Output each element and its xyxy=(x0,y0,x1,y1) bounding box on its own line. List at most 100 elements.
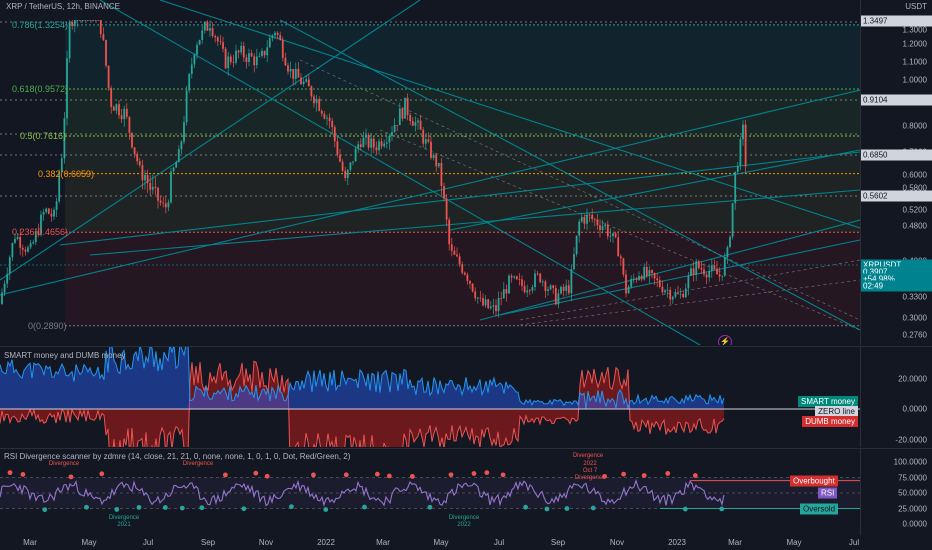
candle xyxy=(89,20,92,21)
divergence-label: Divergence xyxy=(572,453,604,459)
bullish-divergence-dot xyxy=(544,506,550,512)
candle xyxy=(105,39,107,68)
chart-app: XRP / TetherUS, 12h, BINANCE 0.786(1.325… xyxy=(0,0,932,550)
bullish-divergence-dot xyxy=(42,507,48,513)
symbol-title[interactable]: XRP / TetherUS, 12h, BINANCE xyxy=(6,2,120,11)
bearish-divergence-dot xyxy=(692,473,698,478)
time-label: Nov xyxy=(258,538,274,547)
candle xyxy=(55,197,58,217)
price-tick: 0.4800 xyxy=(902,221,927,231)
time-label: Sep xyxy=(550,538,566,547)
rsi-axis[interactable]: 100.0000 75.0000 50.0000 25.0000 0.0000 xyxy=(860,449,932,535)
rsi-tick: 50.0000 xyxy=(898,488,927,498)
price-axis[interactable]: USDT 1.30001.20001.10001.00000.90000.800… xyxy=(860,0,932,345)
price-chart-svg xyxy=(0,0,860,345)
time-label: 2023 xyxy=(668,538,686,547)
bullish-divergence-dot xyxy=(564,506,570,511)
price-tag: 0.5602 xyxy=(861,190,932,202)
smart-dumb-tick: 0.0000 xyxy=(902,404,927,414)
fib-label: 0.786(1.3254) xyxy=(12,19,69,30)
bearish-divergence-dot xyxy=(471,471,477,476)
bearish-divergence-dot xyxy=(20,472,26,477)
bearish-divergence-dot xyxy=(343,472,349,478)
price-tick: 0.8000 xyxy=(902,121,927,131)
candle xyxy=(53,207,55,221)
bearish-divergence-dot xyxy=(386,473,392,479)
bearish-divergence-dot xyxy=(264,473,270,479)
smart-dumb-axis[interactable]: 20.0000 0.0000 -20.0000 xyxy=(860,347,932,447)
candle xyxy=(107,65,110,91)
bullish-divergence-dot xyxy=(427,504,433,510)
bearish-divergence-dot xyxy=(500,472,506,478)
candle xyxy=(27,245,29,253)
bullish-divergence-dot xyxy=(241,506,247,512)
price-tick: 0.3000 xyxy=(902,313,927,323)
candle xyxy=(1,288,3,306)
candle xyxy=(79,20,81,21)
bullish-divergence-dot xyxy=(114,507,120,512)
bearish-divergence-dot xyxy=(7,470,13,476)
bullish-divergence-dot xyxy=(289,504,294,510)
rsi-tick: 0.0000 xyxy=(902,519,927,529)
candle xyxy=(94,20,97,21)
candle xyxy=(487,298,490,310)
candle xyxy=(47,207,50,215)
time-label: May xyxy=(81,538,97,547)
candle xyxy=(45,207,48,214)
rsi-value-tag: RSI xyxy=(818,487,838,499)
bearish-divergence-dot xyxy=(222,472,228,478)
bearish-divergence-dot xyxy=(99,471,105,477)
currency-label: USDT xyxy=(905,2,927,11)
price-tick: 0.6000 xyxy=(902,170,927,180)
candle xyxy=(622,257,625,277)
candle xyxy=(21,244,24,257)
bearish-divergence-dot xyxy=(621,471,627,477)
smart-dumb-pane[interactable]: SMART money and DUMB money SMART money ZE… xyxy=(0,347,860,447)
rsi-title[interactable]: RSI Divergence scanner by zdmre (14, clo… xyxy=(4,452,350,461)
price-tick: 1.2000 xyxy=(902,39,927,49)
time-label: Jul xyxy=(848,538,860,547)
price-tag: 1.3497 xyxy=(861,15,932,27)
candle xyxy=(86,20,89,21)
candle xyxy=(554,284,557,306)
candle xyxy=(170,167,172,204)
time-label: Nov xyxy=(609,538,625,547)
time-axis[interactable]: Mar May Jul Sep Nov 2022 Mar May Jul Sep Nov 2023 Ma… xyxy=(0,535,860,550)
candle xyxy=(6,267,9,289)
price-pane[interactable]: XRP / TetherUS, 12h, BINANCE 0.786(1.325… xyxy=(0,0,860,345)
candle xyxy=(198,39,201,46)
rsi-tick: 25.0000 xyxy=(898,504,927,513)
bearish-divergence-dot xyxy=(253,470,259,476)
divergence-label: 2022 Oct 7 Divergence xyxy=(574,461,606,481)
candle xyxy=(97,20,100,21)
fib-label: 0.618(0.9572) xyxy=(12,83,69,94)
bearish-divergence-dot xyxy=(409,473,415,479)
time-label: Mar xyxy=(728,538,742,547)
smart-dumb-title[interactable]: SMART money and DUMB money xyxy=(4,351,126,360)
candle xyxy=(131,132,133,149)
time-label: May xyxy=(786,538,802,547)
price-tick: 0.5200 xyxy=(902,205,927,215)
candle xyxy=(32,239,35,245)
fib-label: 0.5(0.7616) xyxy=(20,130,67,141)
bearish-divergence-dot xyxy=(665,471,671,476)
bullish-divergence-dot xyxy=(162,505,168,510)
bearish-divergence-dot xyxy=(311,472,316,478)
candle xyxy=(206,20,209,31)
bearish-divergence-dot xyxy=(374,471,380,477)
candle xyxy=(188,72,191,94)
candle xyxy=(729,235,731,249)
bullish-divergence-dot xyxy=(682,506,688,512)
lightning-icon[interactable]: ⚡ xyxy=(718,335,732,345)
price-tag: 0.9104 xyxy=(861,94,932,106)
time-label: Mar xyxy=(376,538,390,547)
time-label: May xyxy=(433,538,449,547)
rsi-tick: 75.0000 xyxy=(898,473,927,482)
candle xyxy=(508,273,510,294)
bullish-divergence-dot xyxy=(136,505,142,510)
bullish-divergence-dot xyxy=(590,505,596,511)
candle xyxy=(84,20,87,21)
bullish-divergence-dot xyxy=(523,504,529,510)
fib-label: 0(0.2890) xyxy=(28,320,67,331)
rsi-pane[interactable]: RSI Divergence scanner by zdmre (14, clo… xyxy=(0,449,860,535)
